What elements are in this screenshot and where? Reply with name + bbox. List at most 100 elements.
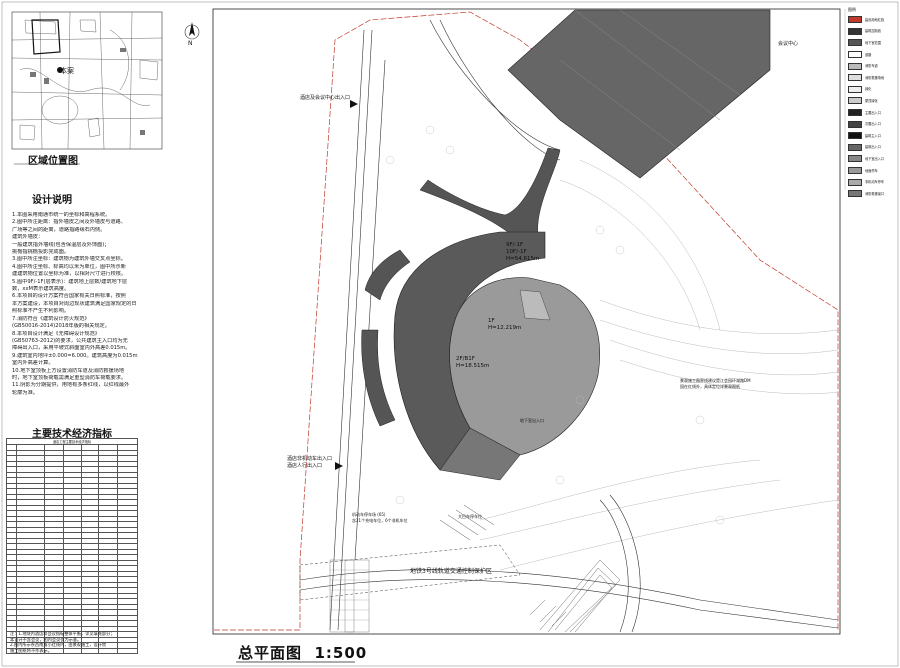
note-line: 障碍出入口，采用平坡式斜面室内外高差0.015m。 (12, 345, 131, 352)
legend-label: 地面停车 (865, 168, 878, 173)
note-line: 2.图中所注距离：指外墙皮之间及外墙皮与道路、 (12, 219, 126, 226)
legend-swatch (848, 190, 862, 198)
note-line: 广场等之间的距离，道路指路缘石内侧。 (12, 226, 106, 233)
legend-swatch (848, 97, 862, 105)
legend-item: 绿化 (848, 84, 898, 96)
legend-label: 次要出入口 (865, 122, 881, 127)
project-marker-label: 本案 (60, 67, 74, 75)
note-line: 本方案建设，本项目对周边现状建筑满足国家规定的日 (12, 300, 137, 307)
parking-note: 机动车停车场 (65) 含21个充电车位，6个非机车位 (352, 512, 408, 523)
econ-table-grid (6, 444, 138, 654)
note-line: 7.消防符合《建筑设计防火规范》 (12, 315, 90, 322)
entrance-arrow-icon (350, 100, 358, 108)
site-plan (214, 9, 839, 633)
location-map-title: 区域位置图 (28, 156, 78, 167)
legend-item: 屋顶绿化 (848, 95, 898, 107)
legend-label: 地下室出入口 (865, 156, 885, 161)
legend-item: 消防救援窗口 (848, 188, 898, 200)
legend-item: 建筑控制线 (848, 26, 898, 38)
north-label: N (188, 40, 193, 47)
metro-zone-label: 地铁3号线轨道交通控制保护区 (410, 568, 492, 575)
econ-footnote: 注：1.地块内酒店和会议指标整体平衡，详见填充部分； 本设计不含会议，图内会议仅为… (10, 631, 150, 653)
underground-entrance-label: 地下室出入口 (520, 418, 544, 423)
conference-center-label: 会议中心 (778, 41, 799, 47)
note-line: 建筑外墙皮： (12, 234, 44, 241)
legend-item: 地下室范围 (848, 37, 898, 49)
note-line: 9.建筑室内地坪±0.000=6.000。建筑高度为0.015m (12, 352, 138, 359)
legend-swatch (848, 178, 862, 186)
legend-swatch (848, 62, 862, 70)
legend-swatch (848, 143, 862, 151)
legend-item: 地面停车 (848, 165, 898, 177)
legend-swatch (848, 16, 862, 24)
note-line: 室内外高差计算。 (12, 360, 54, 367)
legend-label: 非机动车停车 (865, 180, 885, 185)
note-line: (GB50016-2014)2018年版的相关规定。 (12, 323, 110, 330)
legend-item: 道路 (848, 49, 898, 61)
legend-item: 主要出入口 (848, 107, 898, 119)
legend-label: 消防救援窗口 (865, 191, 885, 196)
podium-2f-label: 2F/B1F H=18.515m (456, 356, 490, 369)
legend-swatch (848, 85, 862, 93)
legend-swatch (848, 109, 862, 117)
legend-swatch (848, 120, 862, 128)
legend-swatch (848, 51, 862, 59)
legend-label: 地下室范围 (865, 40, 881, 45)
vehicle-entrance-label: 酒店非机动车出入口 酒店人行出入口 (287, 456, 333, 469)
note-line: 1.本图采用南通市统一的坐标和高程系统。 (12, 212, 111, 218)
legend-item: 建设用地红线 (848, 14, 898, 26)
econ-table: 酒店工程主要技术经济指标 (6, 438, 138, 654)
landscape-note: 景观施工图界线建议是江会园环湖路DM 园在红线外，具体定位详景观图纸 (680, 378, 751, 389)
note-line: 4.图中所注坐标、标高均以米为单位，图中所示新 (12, 263, 126, 270)
legend-swatch (848, 155, 862, 163)
legend-label: 建设用地红线 (865, 17, 885, 22)
legend-item: 消防车道 (848, 60, 898, 72)
legend-item: 次要出入口 (848, 118, 898, 130)
tower-label: 9F/-1F 10F/-1F H=54.615m (506, 242, 540, 262)
note-line: 挑檐指挑檐投影完成面。 (12, 249, 70, 256)
legend-label: 消防车道 (865, 64, 878, 69)
note-line: 6.本项目的设计方案符合国家有关日照标准，按照 (12, 293, 126, 300)
legend-label: 道路 (865, 52, 872, 57)
note-line: 10.地下室顶板上方设置消防车道及消防救援场地 (12, 367, 125, 374)
legend-label: 屋顶绿化 (865, 98, 878, 103)
north-arrow-icon (184, 22, 200, 40)
note-line: 3.图中所注坐标：建筑物为建筑外墙交叉点坐标。 (12, 256, 126, 263)
bus-parking-label: 大巴车停车位 (458, 514, 482, 519)
legend-swatch (848, 132, 862, 140)
note-line: 时，地下室顶板荷载需满足重型消防车荷载要求。 (12, 374, 127, 381)
legend-swatch (848, 74, 862, 82)
footnote-line: 施工图纸将不作表示。 (10, 647, 52, 653)
note-line: 8.本项目设计满足《无障碍设计规范》 (12, 330, 100, 337)
podium-1f-label: 1F H=12.219m (488, 318, 522, 331)
legend-swatch (848, 167, 862, 175)
legend-label: 建筑出入口 (865, 145, 881, 150)
location-map (11, 11, 163, 150)
design-notes: 1.本图采用南通市统一的坐标和高程系统。 2.图中所注距离：指外墙皮之间及外墙皮与… (12, 212, 202, 397)
legend-item: 建筑主入口 (848, 130, 898, 142)
note-line: 11.阴影为分期提供，用地有多条红线，以红线最外 (12, 382, 130, 389)
legend-item: 建筑出入口 (848, 142, 898, 154)
note-line: 数，xxM表示建筑高度。 (12, 286, 70, 293)
legend-label: 建筑控制线 (865, 29, 881, 34)
note-line: 建建筑物位置以坐标为准，以相对尺寸进行校核。 (12, 271, 127, 278)
legend: 图例 建设用地红线 建筑控制线地下室范围道路消防车道消防救援场地 绿化屋顶绿化主要出… (848, 8, 898, 200)
legend-label: 主要出入口 (865, 110, 881, 115)
legend-swatch (848, 39, 862, 47)
note-line: 5.图中9F/-1F(层表示)：建筑地上层数/建筑地下层 (12, 278, 128, 285)
note-line: 轮廓为准。 (12, 389, 38, 396)
notes-title: 设计说明 (32, 195, 72, 206)
drawing-title: 总平面图 1:500 (238, 644, 368, 662)
legend-label: 建筑主入口 (865, 133, 881, 138)
legend-item: 地下室出入口 (848, 153, 898, 165)
legend-label: 绿化 (865, 87, 872, 92)
legend-item: 消防救援场地 (848, 72, 898, 84)
legend-label: 消防救援场地 (865, 75, 885, 80)
note-line: 照标准不产生不利影响。 (12, 308, 70, 315)
conference-entrance-label: 酒店及会议中心出入口 (300, 95, 351, 101)
note-line: (GB50763-2012)的要求，公共建筑主入口均为无 (12, 337, 128, 344)
legend-title: 图例 (848, 7, 856, 12)
legend-swatch (848, 27, 862, 35)
legend-item: 非机动车停车 (848, 176, 898, 188)
note-line: 一般建筑指外墙线(包含保温层及外饰面)； (12, 241, 110, 248)
